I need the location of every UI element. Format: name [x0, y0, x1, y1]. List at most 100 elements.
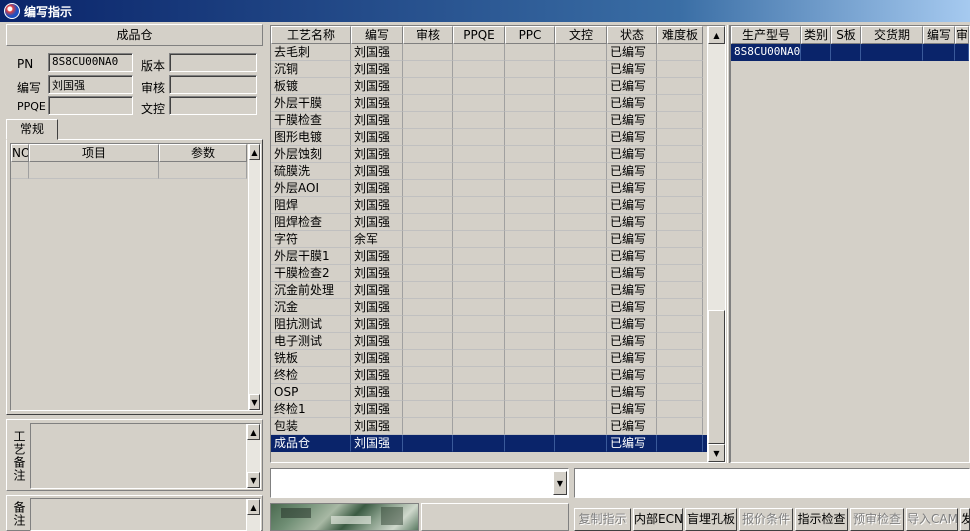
empty-cell[interactable]	[453, 95, 505, 112]
empty-cell[interactable]	[403, 78, 453, 95]
status-cell[interactable]: 已编写	[607, 367, 657, 384]
status-cell[interactable]: 已编写	[607, 333, 657, 350]
quote-condition-button[interactable]: 报价条件	[739, 508, 793, 531]
scroll-up-icon[interactable]: ▲	[249, 144, 260, 160]
param-empty-row[interactable]	[11, 162, 260, 179]
status-cell[interactable]: 已编写	[607, 435, 657, 452]
empty-cell[interactable]	[453, 435, 505, 452]
empty-cell[interactable]	[505, 231, 555, 248]
doc-control-field[interactable]	[169, 96, 257, 115]
empty-cell[interactable]	[403, 265, 453, 282]
process-name-cell[interactable]: 沉金	[271, 299, 351, 316]
chevron-down-icon[interactable]: ▼	[553, 471, 567, 495]
empty-cell[interactable]	[555, 112, 607, 129]
empty-cell[interactable]	[657, 231, 703, 248]
process-name-cell[interactable]: 沉铜	[271, 61, 351, 78]
tab-general[interactable]: 常规	[6, 119, 58, 140]
empty-cell[interactable]	[505, 78, 555, 95]
process-row[interactable]: 铣板 刘国强 已编写	[271, 350, 725, 367]
process-col-header[interactable]: PPC	[505, 26, 555, 44]
empty-cell[interactable]	[555, 384, 607, 401]
empty-cell[interactable]	[505, 435, 555, 452]
empty-cell[interactable]	[453, 214, 505, 231]
process-row[interactable]: 电子测试 刘国强 已编写	[271, 333, 725, 350]
empty-cell[interactable]	[505, 418, 555, 435]
empty-cell[interactable]	[657, 367, 703, 384]
import-cam-button[interactable]: 导入CAM	[906, 508, 958, 531]
process-col-header[interactable]: 工艺名称	[271, 26, 351, 44]
process-name-cell[interactable]: 外层干膜	[271, 95, 351, 112]
empty-cell[interactable]	[657, 95, 703, 112]
writer-cell[interactable]: 刘国强	[351, 333, 403, 350]
process-row[interactable]: 沉金 刘国强 已编写	[271, 299, 725, 316]
empty-cell[interactable]	[403, 333, 453, 350]
process-row[interactable]: 外层干膜1 刘国强 已编写	[271, 248, 725, 265]
process-row[interactable]: 外层AOI 刘国强 已编写	[271, 180, 725, 197]
empty-cell[interactable]	[403, 401, 453, 418]
empty-cell[interactable]	[453, 418, 505, 435]
process-row[interactable]: 沉铜 刘国强 已编写	[271, 61, 725, 78]
process-name-cell[interactable]: 铣板	[271, 350, 351, 367]
writer-cell[interactable]: 刘国强	[351, 44, 403, 61]
process-row[interactable]: 外层干膜 刘国强 已编写	[271, 95, 725, 112]
status-cell[interactable]: 已编写	[607, 231, 657, 248]
empty-cell[interactable]	[657, 435, 703, 452]
process-name-cell[interactable]: 成品仓	[271, 435, 351, 452]
model-cell[interactable]	[955, 44, 969, 61]
empty-cell[interactable]	[657, 112, 703, 129]
empty-cell[interactable]	[657, 384, 703, 401]
empty-cell[interactable]	[555, 265, 607, 282]
empty-cell[interactable]	[505, 401, 555, 418]
process-name-cell[interactable]: 沉金前处理	[271, 282, 351, 299]
copy-instruction-button[interactable]: 复制指示	[574, 508, 631, 531]
blind-buried-via-button[interactable]: 盲埋孔板	[685, 508, 737, 531]
model-col-header[interactable]: 交货期	[861, 26, 923, 44]
status-cell[interactable]: 已编写	[607, 350, 657, 367]
empty-cell[interactable]	[505, 384, 555, 401]
process-row[interactable]: 阻抗测试 刘国强 已编写	[271, 316, 725, 333]
empty-cell[interactable]	[403, 197, 453, 214]
empty-cell[interactable]	[453, 350, 505, 367]
empty-cell[interactable]	[453, 61, 505, 78]
process-col-header[interactable]: 状态	[607, 26, 657, 44]
status-cell[interactable]: 已编写	[607, 418, 657, 435]
model-row[interactable]: 8S8CU00NA0	[731, 44, 969, 61]
empty-cell[interactable]	[555, 435, 607, 452]
writer-field[interactable]: 刘国强	[48, 75, 133, 94]
empty-cell[interactable]	[657, 401, 703, 418]
empty-cell[interactable]	[403, 95, 453, 112]
model-col-header[interactable]: 审	[955, 26, 969, 44]
process-row[interactable]: 终检1 刘国强 已编写	[271, 401, 725, 418]
model-number-cell[interactable]: 8S8CU00NA0	[731, 44, 801, 61]
status-cell[interactable]: 已编写	[607, 78, 657, 95]
status-cell[interactable]: 已编写	[607, 316, 657, 333]
ppqe-field[interactable]	[48, 96, 133, 115]
pre-review-check-button[interactable]: 预审检查	[850, 508, 904, 531]
empty-cell[interactable]	[657, 418, 703, 435]
status-cell[interactable]: 已编写	[607, 129, 657, 146]
process-row[interactable]: 去毛刺 刘国强 已编写	[271, 44, 725, 61]
status-cell[interactable]: 已编写	[607, 112, 657, 129]
writer-cell[interactable]: 刘国强	[351, 197, 403, 214]
empty-cell[interactable]	[555, 163, 607, 180]
process-name-cell[interactable]: 外层AOI	[271, 180, 351, 197]
empty-cell[interactable]	[453, 129, 505, 146]
empty-cell[interactable]	[505, 333, 555, 350]
empty-cell[interactable]	[453, 316, 505, 333]
empty-cell[interactable]	[403, 180, 453, 197]
writer-cell[interactable]: 刘国强	[351, 350, 403, 367]
filter-combobox[interactable]: ▼	[270, 468, 569, 498]
writer-cell[interactable]: 刘国强	[351, 214, 403, 231]
process-row[interactable]: 包装 刘国强 已编写	[271, 418, 725, 435]
empty-cell[interactable]	[555, 214, 607, 231]
param-scrollbar[interactable]: ▲ ▼	[248, 144, 260, 410]
model-cell[interactable]	[923, 44, 955, 61]
process-row[interactable]: 硫膜洗 刘国强 已编写	[271, 163, 725, 180]
publish-button[interactable]: 发	[960, 508, 970, 531]
process-name-cell[interactable]: 终检	[271, 367, 351, 384]
model-note-input[interactable]: ▲	[30, 498, 261, 531]
status-cell[interactable]: 已编写	[607, 44, 657, 61]
process-col-header[interactable]: 编写	[351, 26, 403, 44]
process-name-cell[interactable]: 包装	[271, 418, 351, 435]
empty-cell[interactable]	[657, 333, 703, 350]
